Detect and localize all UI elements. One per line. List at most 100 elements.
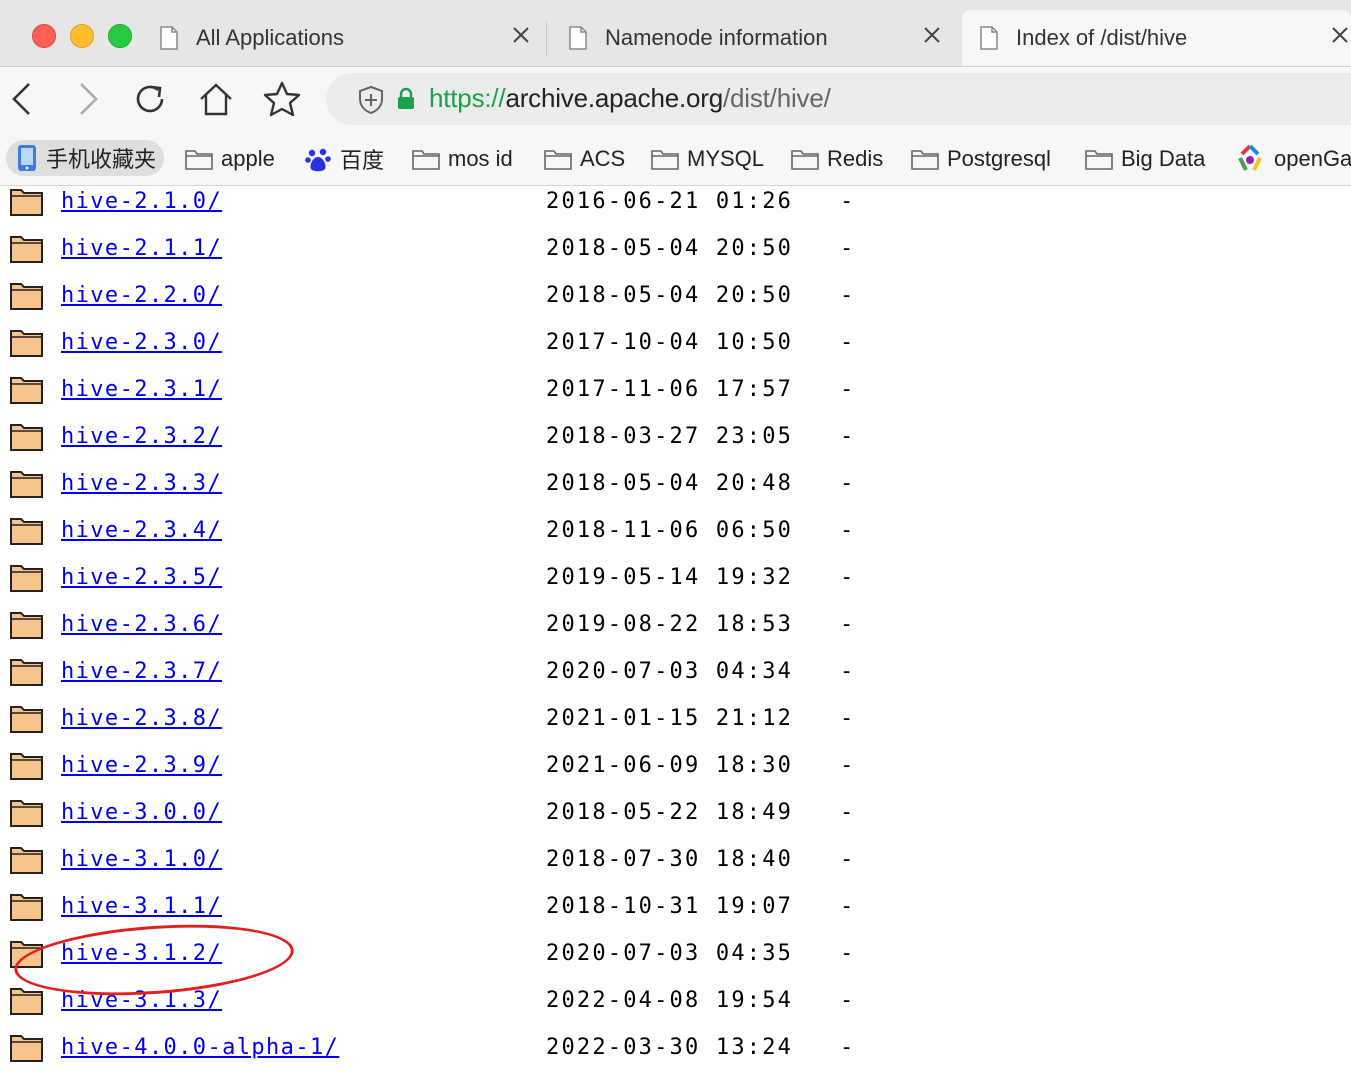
bookmark-label: Postgresql	[947, 146, 1051, 171]
bookmark-label: ACS	[580, 146, 626, 171]
tab-bar: All Applications Namenode information In…	[0, 0, 1351, 67]
shield-icon[interactable]	[358, 85, 384, 115]
directory-listing: hive-2.1.0/ 2016-06-21 01:26 - hive-2.1.…	[0, 186, 1351, 1080]
directory-link[interactable]: hive-2.3.7/	[61, 659, 222, 684]
home-button[interactable]	[196, 81, 236, 117]
folder-icon	[10, 1035, 43, 1062]
window-zoom-button[interactable]	[108, 24, 132, 48]
folder-icon	[1085, 150, 1113, 170]
modified-date: 2018-05-04 20:48	[546, 471, 794, 496]
listing-row: hive-2.1.1/ 2018-05-04 20:50 -	[0, 235, 1351, 282]
file-size: -	[840, 330, 854, 355]
directory-link[interactable]: hive-2.3.2/	[61, 424, 222, 449]
window-close-button[interactable]	[32, 24, 56, 48]
bookmark-folder-mos-id[interactable]: mos id	[412, 143, 513, 175]
bookmark-label: openGa	[1274, 146, 1351, 171]
directory-link[interactable]: hive-2.1.0/	[61, 189, 222, 214]
file-size: -	[840, 424, 854, 449]
modified-date: 2018-10-31 19:07	[546, 894, 794, 919]
listing-row: hive-2.3.9/ 2021-06-09 18:30 -	[0, 752, 1351, 799]
listing-row: hive-2.3.6/ 2019-08-22 18:53 -	[0, 611, 1351, 658]
back-icon	[12, 83, 30, 115]
home-icon	[200, 83, 232, 116]
directory-link[interactable]: hive-2.2.0/	[61, 283, 222, 308]
folder-icon	[185, 150, 213, 170]
close-icon[interactable]	[510, 24, 532, 46]
url-path: /dist/hive/	[723, 83, 831, 113]
directory-link[interactable]: hive-2.1.1/	[61, 236, 222, 261]
address-bar[interactable]: https://archive.apache.org/dist/hive/	[326, 73, 1351, 125]
bookmark-opengauss[interactable]: openGa	[1234, 143, 1351, 175]
directory-link[interactable]: hive-2.3.3/	[61, 471, 222, 496]
folder-icon	[10, 847, 43, 874]
bookmark-folder-mysql[interactable]: MYSQL	[651, 143, 764, 175]
listing-row: hive-2.3.4/ 2018-11-06 06:50 -	[0, 517, 1351, 564]
folder-icon	[10, 565, 43, 592]
bookmark-label: Redis	[827, 146, 884, 171]
bookmark-folder-postgresql[interactable]: Postgresql	[911, 143, 1051, 175]
file-size: -	[840, 471, 854, 496]
close-icon[interactable]	[921, 24, 943, 46]
forward-button[interactable]	[68, 81, 108, 117]
directory-link[interactable]: hive-2.3.0/	[61, 330, 222, 355]
folder-icon	[10, 189, 43, 216]
listing-row: hive-2.3.2/ 2018-03-27 23:05 -	[0, 423, 1351, 470]
directory-link[interactable]: hive-2.3.9/	[61, 753, 222, 778]
directory-link[interactable]: hive-2.3.1/	[61, 377, 222, 402]
bookmark-folder-redis[interactable]: Redis	[791, 143, 883, 175]
url-text[interactable]: https://archive.apache.org/dist/hive/	[429, 83, 831, 114]
modified-date: 2022-03-30 13:24	[546, 1035, 794, 1060]
bookmark-label: 百度	[340, 148, 385, 173]
tab-all-applications[interactable]: All Applications	[148, 10, 546, 66]
file-size: -	[840, 518, 854, 543]
directory-link[interactable]: hive-2.3.6/	[61, 612, 222, 637]
folder-icon	[10, 706, 43, 733]
bookmark-label: mos id	[448, 146, 513, 171]
directory-link[interactable]: hive-3.1.1/	[61, 894, 222, 919]
file-size: -	[840, 706, 854, 731]
file-size: -	[840, 1035, 854, 1060]
window-minimize-button[interactable]	[70, 24, 94, 48]
close-icon[interactable]	[1329, 24, 1351, 46]
directory-link[interactable]: hive-2.3.5/	[61, 565, 222, 590]
modified-date: 2020-07-03 04:34	[546, 659, 794, 684]
listing-row: hive-2.3.5/ 2019-05-14 19:32 -	[0, 564, 1351, 611]
bookmark-folder-big-data[interactable]: Big Data	[1085, 143, 1205, 175]
directory-link[interactable]: hive-2.3.8/	[61, 706, 222, 731]
directory-link[interactable]: hive-3.0.0/	[61, 800, 222, 825]
tab-index-of-dist-hive[interactable]: Index of /dist/hive	[962, 10, 1351, 66]
file-size: -	[840, 377, 854, 402]
bookmark-folder-acs[interactable]: ACS	[544, 143, 625, 175]
modified-date: 2017-11-06 17:57	[546, 377, 794, 402]
back-button[interactable]	[2, 81, 42, 117]
tab-namenode-information[interactable]: Namenode information	[557, 10, 957, 66]
file-size: -	[840, 565, 854, 590]
folder-icon	[544, 150, 572, 170]
tab-title: All Applications	[196, 25, 344, 50]
file-size: -	[840, 894, 854, 919]
bookmark-baidu[interactable]: 百度	[304, 143, 384, 175]
reload-button[interactable]	[130, 81, 170, 117]
bookmark-star-button[interactable]	[262, 81, 302, 117]
bookmark-label: apple	[221, 146, 275, 171]
opengauss-logo-icon	[1238, 144, 1262, 171]
file-size: -	[840, 941, 854, 966]
modified-date: 2022-04-08 19:54	[546, 988, 794, 1013]
tab-title: Index of /dist/hive	[1016, 25, 1188, 50]
listing-row: hive-2.3.8/ 2021-01-15 21:12 -	[0, 705, 1351, 752]
directory-link[interactable]: hive-3.1.0/	[61, 847, 222, 872]
folder-icon	[10, 518, 43, 545]
directory-link[interactable]: hive-2.3.4/	[61, 518, 222, 543]
folder-icon	[791, 150, 819, 170]
url-host: archive.apache.org	[505, 83, 723, 113]
bookmark-folder-apple[interactable]: apple	[185, 143, 275, 175]
file-size: -	[840, 236, 854, 261]
listing-row: hive-3.1.0/ 2018-07-30 18:40 -	[0, 846, 1351, 893]
folder-icon	[10, 800, 43, 827]
folder-icon	[412, 150, 440, 170]
modified-date: 2018-05-04 20:50	[546, 236, 794, 261]
directory-link[interactable]: hive-4.0.0-alpha-1/	[61, 1035, 339, 1060]
baidu-paw-icon	[305, 148, 331, 172]
bookmark-mobile-favorites[interactable]: 手机收藏夹	[6, 140, 165, 176]
file-size: -	[840, 753, 854, 778]
